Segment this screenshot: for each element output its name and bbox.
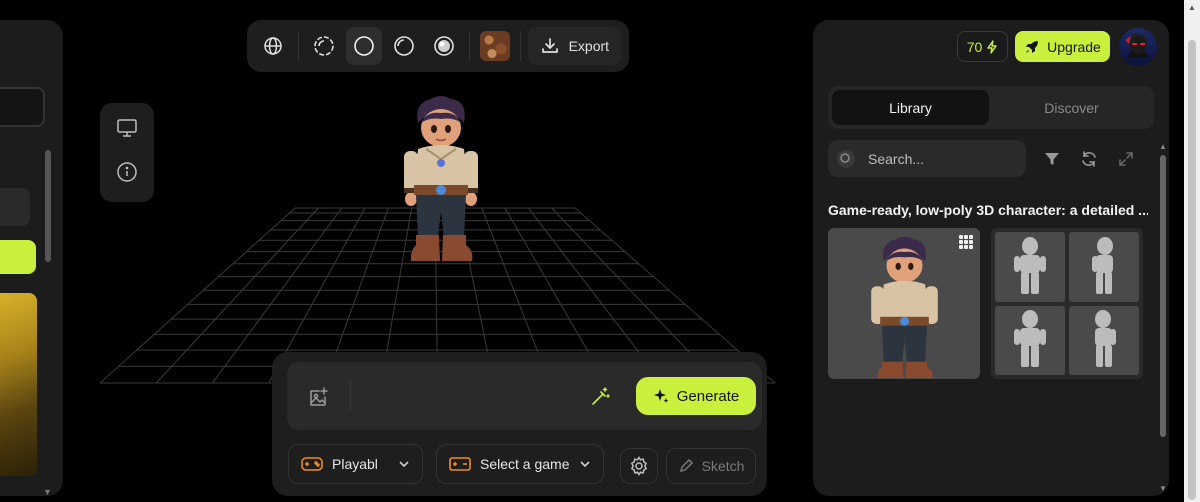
multiview-grid bbox=[991, 228, 1143, 379]
shading-material-button[interactable] bbox=[426, 27, 462, 65]
download-icon bbox=[541, 38, 558, 53]
clay-figure bbox=[1014, 236, 1046, 294]
view-front[interactable] bbox=[995, 232, 1065, 302]
game-dropdown[interactable]: Select a game bbox=[436, 444, 604, 484]
scroll-up-arrow-icon[interactable]: ▲ bbox=[1159, 142, 1167, 151]
gear-icon bbox=[630, 456, 648, 476]
search-input[interactable] bbox=[866, 149, 1006, 168]
shading-clay-button[interactable] bbox=[386, 27, 422, 65]
right-panel-scrollbar[interactable] bbox=[1160, 155, 1166, 437]
info-button[interactable] bbox=[116, 161, 138, 188]
page-scrollbar[interactable]: ▲ bbox=[1184, 0, 1200, 502]
filter-button[interactable] bbox=[1040, 147, 1064, 171]
avatar[interactable] bbox=[1119, 28, 1157, 66]
sketch-button[interactable]: Sketch bbox=[666, 448, 756, 484]
left-panel-scrollbar[interactable] bbox=[45, 150, 51, 262]
chevron-down-icon bbox=[399, 461, 409, 468]
toolbar-divider bbox=[297, 31, 299, 61]
credits-badge[interactable]: 70 bbox=[957, 31, 1008, 62]
view-other-side[interactable] bbox=[1069, 305, 1139, 375]
credits-count: 70 bbox=[966, 38, 983, 55]
globe-button[interactable] bbox=[255, 27, 291, 65]
toolbar-divider bbox=[519, 31, 521, 61]
left-panel: ▼ bbox=[0, 20, 63, 496]
generate-label: Generate bbox=[676, 387, 740, 405]
clay-figure bbox=[1014, 310, 1046, 368]
shading-icon-2 bbox=[354, 36, 374, 56]
refresh-icon bbox=[1082, 151, 1096, 167]
search-icon bbox=[837, 149, 855, 168]
export-button[interactable]: Export bbox=[527, 27, 622, 65]
add-image-button[interactable] bbox=[306, 384, 332, 410]
monitor-icon bbox=[117, 119, 137, 137]
tab-discover[interactable]: Discover bbox=[993, 90, 1150, 125]
game-dropdown-value: Select a game bbox=[480, 456, 570, 472]
sparkle-icon bbox=[653, 389, 669, 403]
prompt-input[interactable]: Generate bbox=[287, 362, 762, 430]
scroll-down-arrow-icon[interactable]: ▼ bbox=[43, 487, 52, 496]
lightning-icon bbox=[987, 39, 997, 54]
rocket-icon bbox=[1026, 40, 1039, 53]
clay-figure bbox=[1092, 236, 1113, 294]
mode-dropdown-value: Playabl bbox=[332, 456, 378, 472]
toolbar-divider bbox=[468, 31, 470, 61]
library-item-title: Game-ready, low-poly 3D character: a det… bbox=[828, 202, 1148, 218]
gamepad-icon bbox=[301, 457, 323, 471]
left-panel-primary-button[interactable] bbox=[0, 240, 36, 274]
magic-wand-icon bbox=[592, 387, 610, 405]
prompt-divider bbox=[350, 380, 351, 410]
info-icon bbox=[117, 162, 137, 182]
prompt-panel: Generate Playabl Select a game Sketch bbox=[272, 352, 767, 496]
monitor-button[interactable] bbox=[116, 117, 138, 144]
page-scrollbar-thumb[interactable] bbox=[1188, 40, 1196, 500]
character-model[interactable] bbox=[396, 93, 486, 268]
scroll-up-arrow-icon[interactable]: ▲ bbox=[1188, 3, 1196, 12]
clay-figure bbox=[1095, 310, 1116, 368]
grid-view-icon[interactable] bbox=[958, 234, 974, 250]
sketch-label: Sketch bbox=[701, 458, 745, 474]
mode-dropdown[interactable]: Playabl bbox=[288, 444, 423, 484]
expand-icon bbox=[1119, 152, 1133, 166]
upgrade-button[interactable]: Upgrade bbox=[1015, 31, 1110, 62]
character-preview bbox=[871, 236, 938, 378]
filter-icon bbox=[1045, 153, 1059, 165]
top-toolbar: Export bbox=[247, 20, 629, 72]
left-panel-input[interactable] bbox=[0, 87, 45, 127]
scroll-down-arrow-icon[interactable]: ▼ bbox=[1159, 484, 1167, 493]
expand-button[interactable] bbox=[1114, 147, 1138, 171]
shading-icon-4 bbox=[433, 36, 454, 56]
view-back[interactable] bbox=[995, 305, 1065, 375]
search-field[interactable] bbox=[828, 140, 1026, 177]
game-controller-icon bbox=[449, 457, 471, 471]
tab-library[interactable]: Library bbox=[832, 90, 989, 125]
globe-icon bbox=[264, 37, 282, 55]
upgrade-label: Upgrade bbox=[1047, 38, 1101, 55]
avatar-image bbox=[1125, 36, 1149, 58]
texture-button[interactable] bbox=[477, 27, 513, 65]
shading-solid-button[interactable] bbox=[345, 27, 382, 65]
left-panel-thumbnail[interactable] bbox=[0, 293, 37, 476]
right-panel: 70 Upgrade Library Discover Search... Ga… bbox=[813, 20, 1169, 496]
panel-tabs: Library Discover bbox=[828, 86, 1154, 129]
shading-icon-3 bbox=[393, 36, 414, 56]
settings-button[interactable] bbox=[620, 448, 658, 484]
chevron-down-icon bbox=[580, 461, 590, 468]
refresh-button[interactable] bbox=[1077, 147, 1101, 171]
shading-wireframe-button[interactable] bbox=[306, 27, 342, 65]
export-label: Export bbox=[568, 38, 610, 54]
shading-icon-1 bbox=[314, 36, 334, 56]
generate-button[interactable]: Generate bbox=[636, 377, 756, 415]
pencil-icon bbox=[679, 458, 693, 473]
image-plus-icon bbox=[310, 387, 328, 406]
enhance-prompt-button[interactable] bbox=[587, 384, 613, 410]
viewport-side-toolbar bbox=[100, 103, 154, 202]
library-item-thumbnail[interactable] bbox=[828, 228, 980, 379]
left-panel-button[interactable] bbox=[0, 188, 30, 226]
view-side[interactable] bbox=[1069, 232, 1139, 302]
texture-thumbnail bbox=[479, 31, 510, 61]
